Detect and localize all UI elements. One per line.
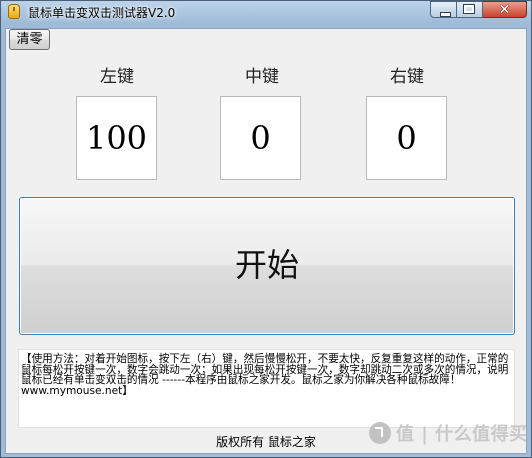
watermark-text: 值 | 什么值得买 bbox=[396, 424, 528, 445]
close-button[interactable]: ✕ bbox=[483, 1, 527, 18]
caption-buttons: ✕ bbox=[430, 1, 527, 19]
minimize-icon bbox=[440, 12, 451, 17]
right-click-count: 0 bbox=[366, 96, 447, 180]
left-click-count: 100 bbox=[76, 96, 157, 180]
start-button[interactable]: 开始 bbox=[19, 197, 515, 335]
middle-click-count: 0 bbox=[220, 96, 301, 180]
right-button-label: 右键 bbox=[390, 67, 424, 87]
reset-button[interactable]: 清零 bbox=[9, 29, 50, 50]
app-window: 鼠标单击变双击测试器V2.0 ✕ 清零 左键 中键 右键 100 0 0 开始 … bbox=[0, 0, 532, 458]
app-icon bbox=[8, 4, 20, 19]
window-title: 鼠标单击变双击测试器V2.0 bbox=[28, 6, 176, 20]
middle-button-label: 中键 bbox=[245, 67, 279, 87]
title-bar[interactable]: 鼠标单击变双击测试器V2.0 ✕ bbox=[1, 1, 531, 23]
close-icon: ✕ bbox=[498, 2, 511, 18]
minimize-button[interactable] bbox=[430, 1, 457, 18]
maximize-button[interactable] bbox=[457, 1, 483, 18]
zhi-icon bbox=[369, 422, 391, 444]
maximize-icon bbox=[463, 4, 475, 14]
watermark: 值 | 什么值得买 bbox=[369, 419, 528, 447]
instructions-text: 【使用方法：对着开始图标，按下左（右）键，然后慢慢松开，不要太快，反复重复这样的… bbox=[18, 349, 515, 428]
main-panel: 清零 左键 中键 右键 100 0 0 开始 【使用方法：对着开始图标，按下左（… bbox=[5, 28, 527, 454]
left-button-label: 左键 bbox=[100, 67, 134, 87]
